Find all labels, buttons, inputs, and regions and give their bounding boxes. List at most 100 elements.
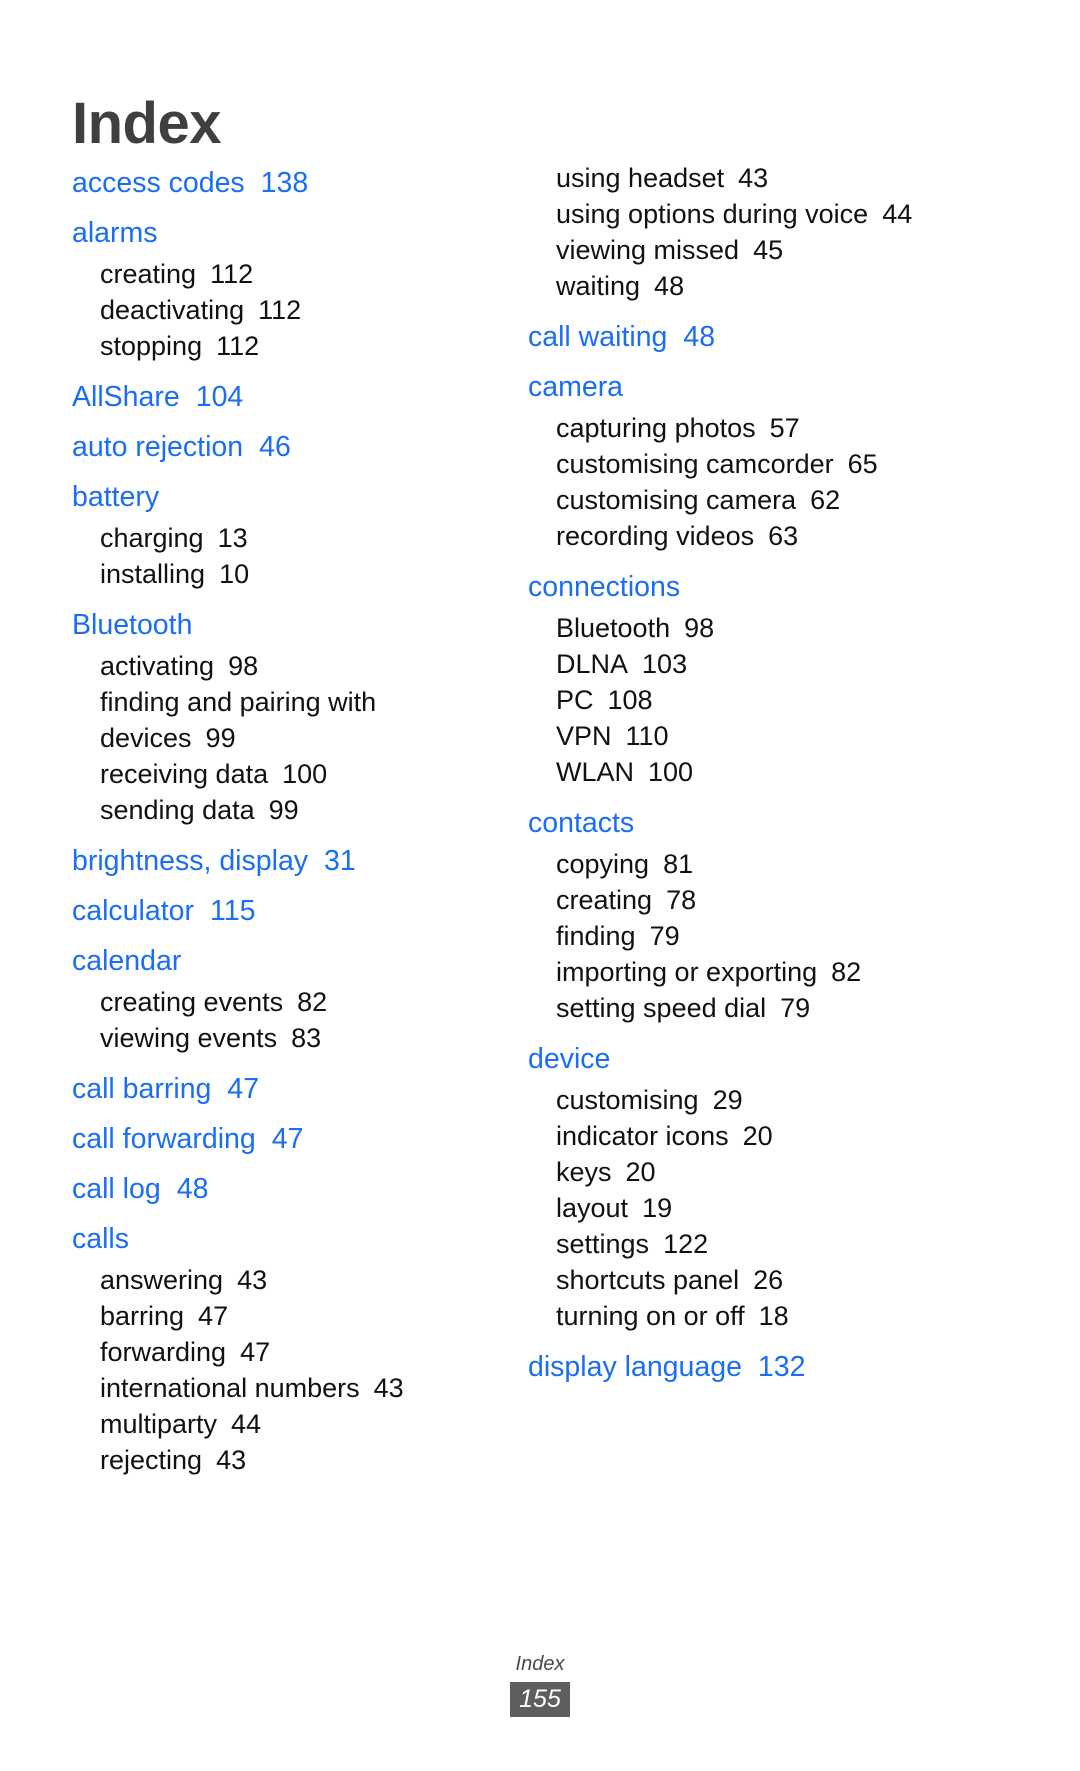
index-subentry[interactable]: finding 79 [528, 918, 1040, 954]
index-subentry[interactable]: shortcuts panel 26 [528, 1262, 1040, 1298]
index-subentry-label: rejecting [100, 1445, 203, 1475]
index-subentry[interactable]: stopping 112 [72, 328, 484, 364]
index-subentry-page-number: 13 [217, 523, 248, 553]
index-subentry[interactable]: VPN 110 [528, 718, 1040, 754]
index-entry-page-number: 46 [259, 431, 291, 463]
index-subentry[interactable]: customising 29 [528, 1082, 1040, 1118]
index-subentry[interactable]: importing or exporting 82 [528, 954, 1040, 990]
index-subentry[interactable]: indicator icons 20 [528, 1118, 1040, 1154]
index-entry-heading[interactable]: calls [72, 1216, 484, 1262]
index-entry: display language 132 [528, 1344, 1040, 1390]
index-subentry[interactable]: receiving data 100 [72, 756, 484, 792]
index-subentry-page-number: 98 [228, 651, 259, 681]
index-entry-heading[interactable]: device [528, 1036, 1040, 1082]
index-subentry[interactable]: rejecting 43 [72, 1442, 484, 1478]
index-entry-heading-label: camera [528, 371, 624, 403]
index-subentry[interactable]: PC 108 [528, 682, 1040, 718]
index-subentry-label: turning on or off [556, 1301, 745, 1331]
index-subentry[interactable]: waiting 48 [528, 268, 1040, 304]
index-entry-heading-label: calculator [72, 895, 194, 927]
index-subentry-page-number: 78 [666, 885, 697, 915]
index-subentry[interactable]: answering 43 [72, 1262, 484, 1298]
page-footer: Index 155 [0, 1652, 1080, 1717]
index-subentry[interactable]: forwarding 47 [72, 1334, 484, 1370]
index-subentry[interactable]: activating 98 [72, 648, 484, 684]
index-subentry[interactable]: viewing events 83 [72, 1020, 484, 1056]
index-entry-heading-label: call log [72, 1173, 161, 1205]
index-subentry-label: barring [100, 1301, 185, 1331]
index-subentry-label: customising [556, 1085, 699, 1115]
index-subentry[interactable]: sending data 99 [72, 792, 484, 828]
index-subentry[interactable]: settings 122 [528, 1226, 1040, 1262]
index-subentry[interactable]: creating events 82 [72, 984, 484, 1020]
index-subentry-page-number: 43 [373, 1373, 404, 1403]
index-subentry[interactable]: charging 13 [72, 520, 484, 556]
index-entry-heading[interactable]: Bluetooth [72, 602, 484, 648]
index-subentry-page-number: 99 [205, 723, 236, 753]
index-entry-heading[interactable]: AllShare 104 [72, 374, 484, 420]
index-subentry-page-number: 43 [237, 1265, 268, 1295]
index-subentry[interactable]: layout 19 [528, 1190, 1040, 1226]
index-entry-heading[interactable]: call log 48 [72, 1166, 484, 1212]
index-entry-heading[interactable]: call forwarding 47 [72, 1116, 484, 1162]
index-subentry[interactable]: international numbers 43 [72, 1370, 484, 1406]
index-subentry[interactable]: capturing photos 57 [528, 410, 1040, 446]
index-entry: call waiting 48 [528, 314, 1040, 360]
index-subentry-page-number: 103 [642, 649, 688, 679]
index-subentry[interactable]: barring 47 [72, 1298, 484, 1334]
index-entry-heading-label: calendar [72, 945, 182, 977]
index-entry-heading[interactable]: access codes 138 [72, 160, 484, 206]
index-entry-page-number: 48 [683, 321, 716, 353]
index-subentry[interactable]: Bluetooth 98 [528, 610, 1040, 646]
index-subentry-page-number: 45 [753, 235, 784, 265]
index-entry-heading[interactable]: calculator 115 [72, 888, 484, 934]
index-subentry-label: charging [100, 523, 204, 553]
index-subentry[interactable]: recording videos 63 [528, 518, 1040, 554]
index-entry-heading[interactable]: battery [72, 474, 484, 520]
index-subentry[interactable]: setting speed dial 79 [528, 990, 1040, 1026]
index-subentry[interactable]: using options during voice 44 [528, 196, 1040, 232]
index-entry-heading[interactable]: brightness, display 31 [72, 838, 484, 884]
index-subentry[interactable]: copying 81 [528, 846, 1040, 882]
index-subentry-label: setting speed dial [556, 993, 767, 1023]
index-subentry[interactable]: finding and pairing with devices 99 [72, 684, 484, 756]
index-subentry[interactable]: installing 10 [72, 556, 484, 592]
index-entry-heading[interactable]: contacts [528, 800, 1040, 846]
index-entry-heading[interactable]: call barring 47 [72, 1066, 484, 1112]
index-subentry[interactable]: using headset 43 [528, 160, 1040, 196]
index-subentry-label: answering [100, 1265, 224, 1295]
index-subentry[interactable]: creating 112 [72, 256, 484, 292]
index-entry-heading[interactable]: auto rejection 46 [72, 424, 484, 470]
index-subentry[interactable]: viewing missed 45 [528, 232, 1040, 268]
index-entry-page-number: 138 [260, 167, 309, 199]
index-subentry[interactable]: WLAN 100 [528, 754, 1040, 790]
footer-section-label: Index [515, 1653, 565, 1675]
index-entry-heading[interactable]: connections [528, 564, 1040, 610]
index-entry: alarms creating 112 deactivating 112 stopping… [72, 210, 484, 364]
index-subentry[interactable]: keys 20 [528, 1154, 1040, 1190]
index-subentry[interactable]: turning on or off 18 [528, 1298, 1040, 1334]
index-subentry-label: using options during voice [556, 199, 869, 229]
index-subentry[interactable]: creating 78 [528, 882, 1040, 918]
index-subentry-page-number: 62 [810, 485, 841, 515]
index-entry-heading-label: device [528, 1043, 611, 1075]
index-entry-heading[interactable]: calendar [72, 938, 484, 984]
index-entry: Bluetooth activating 98 finding and pairing… [72, 602, 484, 828]
index-entry-heading[interactable]: camera [528, 364, 1040, 410]
index-subentry[interactable]: DLNA 103 [528, 646, 1040, 682]
index-entry-heading[interactable]: call waiting 48 [528, 314, 1040, 360]
index-entry-heading-label: call barring [72, 1073, 212, 1105]
index-subentry[interactable]: multiparty 44 [72, 1406, 484, 1442]
index-entry: calendar creating events 82 viewing events 8… [72, 938, 484, 1056]
index-entry-heading[interactable]: alarms [72, 210, 484, 256]
index-subentry-label: deactivating [100, 295, 245, 325]
index-subentry-page-number: 65 [847, 449, 878, 479]
index-subentry-label: capturing photos [556, 413, 756, 443]
index-subentry[interactable]: customising camera 62 [528, 482, 1040, 518]
index-subentry-label: indicator icons [556, 1121, 729, 1151]
index-subentry-label: forwarding [100, 1337, 227, 1367]
index-subentry[interactable]: customising camcorder 65 [528, 446, 1040, 482]
index-subentry-label: keys [556, 1157, 612, 1187]
index-subentry[interactable]: deactivating 112 [72, 292, 484, 328]
index-entry-heading[interactable]: display language 132 [528, 1344, 1040, 1390]
